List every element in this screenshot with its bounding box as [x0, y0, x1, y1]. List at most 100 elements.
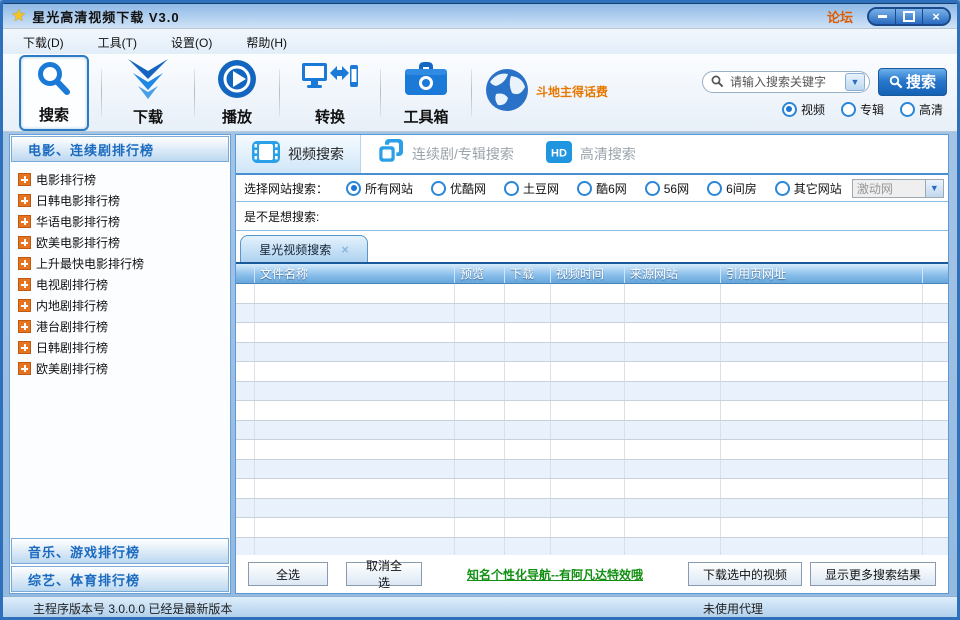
rank-item[interactable]: 日韩剧排行榜 [18, 337, 230, 358]
table-cell [504, 362, 550, 381]
table-cell [454, 440, 504, 459]
other-site-value: 激动网 [856, 181, 893, 196]
table-cell [236, 460, 254, 479]
toolbar-convert-button[interactable]: 转换 [292, 57, 368, 129]
scope-option[interactable]: 专辑 [840, 101, 884, 118]
table-row[interactable] [236, 440, 948, 460]
rank-item[interactable]: 华语电影排行榜 [18, 211, 230, 232]
site-option[interactable]: 其它网站 [774, 180, 842, 197]
show-more-results-button[interactable]: 显示更多搜索结果 [809, 562, 936, 586]
scope-option[interactable]: 高清 [899, 101, 943, 118]
table-row[interactable] [236, 537, 948, 555]
expand-plus-icon[interactable] [18, 173, 31, 186]
keyword-history-dropdown[interactable]: ▼ [844, 72, 865, 91]
toolbar-play-button[interactable]: 播放 [207, 57, 267, 129]
rank-item[interactable]: 欧美电影排行榜 [18, 232, 230, 253]
table-row[interactable] [236, 401, 948, 421]
table-cell [504, 518, 550, 537]
site-option[interactable]: 酷6网 [577, 180, 627, 197]
menu-item[interactable]: 工具(T) [88, 31, 147, 54]
result-tab-row: 星光视频搜索 × [236, 231, 948, 262]
radio-icon [707, 180, 723, 196]
table-cell [504, 381, 550, 400]
toolbar-toolbox-button[interactable]: 工具箱 [393, 57, 459, 129]
toolbar-download-button[interactable]: 下载 [114, 57, 182, 129]
table-cell [254, 381, 454, 400]
rank-item[interactable]: 上升最快电影排行榜 [18, 253, 230, 274]
expand-plus-icon[interactable] [18, 278, 31, 291]
table-row[interactable] [236, 303, 948, 323]
table-cell [922, 440, 948, 459]
column-header-source-site[interactable]: 来源网站 [624, 264, 720, 283]
rank-item[interactable]: 港台剧排行榜 [18, 316, 230, 337]
tab-series-search[interactable]: 连续剧/专辑搜索 [361, 135, 530, 173]
site-option[interactable]: 土豆网 [504, 180, 559, 197]
radio-icon [431, 180, 447, 196]
expand-plus-icon[interactable] [18, 194, 31, 207]
table-cell [624, 401, 720, 420]
expand-plus-icon[interactable] [18, 257, 31, 270]
close-button[interactable]: × [922, 8, 949, 24]
column-header-referrer-url[interactable]: 引用页网址 [720, 264, 922, 283]
search-go-button[interactable]: 搜索 [877, 67, 947, 96]
column-header-filename[interactable]: 文件名称 [254, 264, 454, 283]
table-row[interactable] [236, 381, 948, 401]
table-row[interactable] [236, 479, 948, 499]
keyword-input[interactable] [727, 73, 845, 90]
table-row[interactable] [236, 518, 948, 538]
sidebar-section-music[interactable]: 音乐、游戏排行榜 [11, 538, 229, 564]
toolbox-icon [403, 59, 449, 104]
column-header-duration[interactable]: 视频时间 [550, 264, 624, 283]
table-row[interactable] [236, 459, 948, 479]
magnifier-icon [35, 61, 73, 102]
table-row[interactable] [236, 420, 948, 440]
rank-item[interactable]: 电影排行榜 [18, 169, 230, 190]
table-row[interactable] [236, 498, 948, 518]
table-cell [624, 518, 720, 537]
site-option[interactable]: 6间房 [707, 180, 757, 197]
nav-promo-link[interactable]: 知名个性化导航--有阿凡达特效哦 [467, 566, 643, 583]
table-row[interactable] [236, 284, 948, 304]
scope-option[interactable]: 视频 [781, 101, 825, 118]
table-row[interactable] [236, 362, 948, 382]
rank-item[interactable]: 电视剧排行榜 [18, 274, 230, 295]
site-option[interactable]: 优酷网 [431, 180, 486, 197]
expand-plus-icon[interactable] [18, 215, 31, 228]
menu-item[interactable]: 设置(O) [161, 31, 222, 54]
sidebar-section-variety[interactable]: 综艺、体育排行榜 [11, 566, 229, 592]
column-header-download[interactable]: 下载 [504, 264, 550, 283]
expand-plus-icon[interactable] [18, 341, 31, 354]
result-tab[interactable]: 星光视频搜索 × [240, 235, 368, 262]
forum-link[interactable]: 论坛 [827, 7, 853, 26]
rank-item[interactable]: 欧美剧排行榜 [18, 358, 230, 379]
column-header-preview[interactable]: 预览 [454, 264, 504, 283]
rank-item[interactable]: 日韩电影排行榜 [18, 190, 230, 211]
site-option[interactable]: 56网 [644, 180, 689, 197]
expand-plus-icon[interactable] [18, 236, 31, 249]
maximize-button[interactable] [895, 8, 922, 24]
download-selected-button[interactable]: 下载选中的视频 [687, 562, 802, 586]
table-cell [922, 381, 948, 400]
promo-banner[interactable]: 斗地主得话费 [484, 67, 608, 118]
deselect-all-button[interactable]: 取消全选 [346, 559, 422, 590]
table-row[interactable] [236, 342, 948, 362]
table-row[interactable] [236, 323, 948, 343]
table-cell [254, 498, 454, 517]
site-option[interactable]: 所有网站 [346, 180, 413, 197]
rank-item[interactable]: 内地剧排行榜 [18, 295, 230, 316]
toolbar-search-button[interactable]: 搜索 [19, 54, 89, 131]
tab-hd-search[interactable]: HD 高清搜索 [530, 135, 652, 173]
select-all-button[interactable]: 全选 [248, 562, 328, 586]
expand-plus-icon[interactable] [18, 320, 31, 333]
minimize-button[interactable] [869, 8, 895, 24]
expand-plus-icon[interactable] [18, 362, 31, 375]
menu-item[interactable]: 下载(D) [13, 31, 74, 54]
other-site-dropdown[interactable]: 激动网 ▼ [851, 178, 944, 198]
tab-video-search[interactable]: 视频搜索 [236, 135, 361, 173]
close-icon: × [932, 8, 940, 24]
sidebar-section-movies[interactable]: 电影、连续剧排行榜 [11, 136, 229, 162]
table-body[interactable] [236, 284, 948, 555]
menu-item[interactable]: 帮助(H) [236, 31, 297, 54]
expand-plus-icon[interactable] [18, 299, 31, 312]
result-tab-close-icon[interactable]: × [341, 242, 349, 257]
